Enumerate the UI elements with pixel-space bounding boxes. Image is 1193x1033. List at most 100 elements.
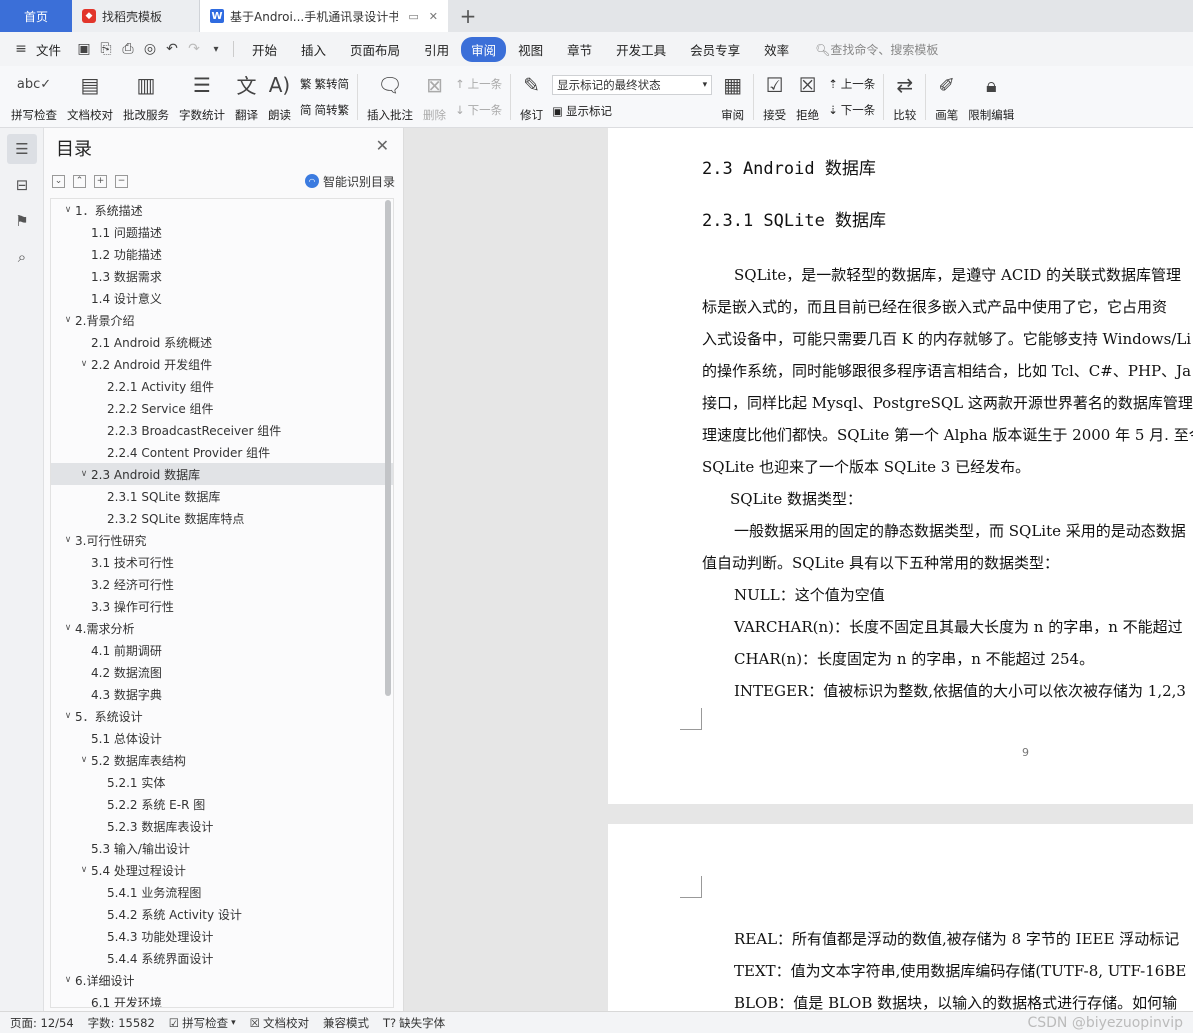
bookmark-icon[interactable]: ⚑ — [7, 206, 37, 236]
batch-service-button[interactable]: ▥ 批改服务 — [118, 71, 174, 123]
tab-close-icon[interactable]: ✕ — [429, 10, 438, 23]
print-preview-icon[interactable]: ◎ — [139, 41, 161, 57]
toc-item[interactable]: 6.1 开发环境 — [51, 991, 393, 1008]
word-count-indicator[interactable]: 字数: 15582 — [88, 1015, 155, 1031]
spell-check-button[interactable]: abc✓ 拼写检查 — [6, 71, 62, 123]
toc-item[interactable]: ∨ 3.可行性研究 — [51, 529, 393, 551]
print-icon[interactable]: ⎙ — [117, 41, 139, 57]
toc-panel-icon[interactable]: ☰ — [7, 134, 37, 164]
search-icon[interactable]: ⌕ — [7, 242, 37, 272]
toc-item[interactable]: 1.2 功能描述 — [51, 243, 393, 265]
menu-insert[interactable]: 插入 — [289, 40, 338, 59]
missing-font-button[interactable]: T? 缺失字体 — [383, 1015, 445, 1031]
menu-file[interactable]: 文件 — [32, 40, 73, 59]
toc-item[interactable]: 2.2.1 Activity 组件 — [51, 375, 393, 397]
chevron-down-icon[interactable]: ∨ — [61, 711, 75, 721]
document-page[interactable]: 2.3 Android 数据库 2.3.1 SQLite 数据库 SQLite，… — [608, 128, 1193, 804]
tab-document[interactable]: W 基于Androi...手机通讯录设计书 ▭ ✕ — [200, 0, 448, 32]
save-icon[interactable]: ▣ — [73, 41, 95, 57]
markup-mode-select[interactable]: 显示标记的最终状态 ▾ — [552, 74, 713, 95]
accept-button[interactable]: ☑ 接受 — [758, 71, 791, 123]
toc-item[interactable]: ∨ 2.2 Android 开发组件 — [51, 353, 393, 375]
simp-to-trad-button[interactable]: 简简转繁 — [300, 102, 349, 118]
toc-item[interactable]: 3.3 操作可行性 — [51, 595, 393, 617]
toc-item[interactable]: 2.3.1 SQLite 数据库 — [51, 485, 393, 507]
close-icon[interactable]: ✕ — [376, 136, 389, 155]
delete-comment-button[interactable]: ⊠ 删除 — [418, 71, 451, 123]
toc-item[interactable]: ∨ 4.需求分析 — [51, 617, 393, 639]
menu-devtools[interactable]: 开发工具 — [604, 40, 678, 59]
toc-item[interactable]: ∨ 2.背景介绍 — [51, 309, 393, 331]
document-area[interactable]: ▤▾ 2.3 Android 数据库 2.3.1 SQLite 数据库 SQLi… — [404, 128, 1193, 1011]
remove-heading-icon[interactable]: − — [115, 174, 128, 188]
next-change-button[interactable]: ⇣ 下一条 — [828, 102, 875, 118]
word-count-button[interactable]: ☰ 字数统计 — [174, 71, 230, 123]
toc-item[interactable]: ∨ 6.详细设计 — [51, 969, 393, 991]
chevron-down-icon[interactable]: ∨ — [61, 623, 75, 633]
export-pdf-icon[interactable]: ⎘ — [95, 41, 117, 57]
toc-item[interactable]: 3.1 技术可行性 — [51, 551, 393, 573]
doc-check-toggle[interactable]: ☒ 文档校对 — [250, 1015, 309, 1031]
pen-button[interactable]: ✐ 画笔 — [930, 71, 963, 123]
restrict-edit-button[interactable]: 🔒︎ 限制编辑 — [963, 71, 1019, 123]
chevron-down-icon[interactable]: ∨ — [61, 975, 75, 985]
menu-start[interactable]: 开始 — [240, 40, 289, 59]
toc-item[interactable]: 1.3 数据需求 — [51, 265, 393, 287]
toc-item[interactable]: ∨ 5.4 处理过程设计 — [51, 859, 393, 881]
more-dropdown-icon[interactable]: ▾ — [205, 44, 227, 55]
toc-scrollbar[interactable] — [385, 200, 391, 696]
compare-button[interactable]: ⇄ 比较 — [888, 71, 921, 123]
toc-item[interactable]: 1.4 设计意义 — [51, 287, 393, 309]
menu-member[interactable]: 会员专享 — [678, 40, 752, 59]
tab-home[interactable]: 首页 — [0, 0, 72, 32]
read-aloud-button[interactable]: A) 朗读 — [263, 71, 296, 123]
toc-item[interactable]: 5.4.4 系统界面设计 — [51, 947, 393, 969]
prev-comment-button[interactable]: ↑ 上一条 — [455, 76, 502, 92]
toc-item[interactable]: 5.4.3 功能处理设计 — [51, 925, 393, 947]
menu-chapter[interactable]: 章节 — [555, 40, 604, 59]
toc-item[interactable]: 2.1 Android 系统概述 — [51, 331, 393, 353]
chevron-down-icon[interactable]: ∨ — [77, 865, 91, 875]
review-pane-button[interactable]: ▦ 审阅 — [716, 71, 749, 123]
command-search[interactable]: 🔍︎查找命令、搜索模板 — [815, 41, 938, 58]
spell-check-toggle[interactable]: ☑ 拼写检查 ▾ — [169, 1015, 236, 1031]
new-tab-button[interactable]: + — [448, 0, 488, 32]
add-heading-icon[interactable]: + — [94, 174, 107, 188]
toc-item[interactable]: 5.2.2 系统 E-R 图 — [51, 793, 393, 815]
show-markup-button[interactable]: ▣ 显示标记 — [552, 103, 712, 119]
menu-efficiency[interactable]: 效率 — [752, 40, 801, 59]
toc-item[interactable]: 3.2 经济可行性 — [51, 573, 393, 595]
track-changes-button[interactable]: ✎ 修订 — [515, 71, 548, 123]
page-indicator[interactable]: 页面: 12/54 — [10, 1015, 74, 1031]
toc-item[interactable]: 1.1 问题描述 — [51, 221, 393, 243]
redo-icon[interactable]: ↷ — [183, 41, 205, 57]
chevron-down-icon[interactable]: ∨ — [77, 755, 91, 765]
toc-item[interactable]: 2.2.4 Content Provider 组件 — [51, 441, 393, 463]
menu-review[interactable]: 审阅 — [461, 36, 507, 62]
toc-item[interactable]: 5.2.1 实体 — [51, 771, 393, 793]
toc-item[interactable]: ∨ 5.2 数据库表结构 — [51, 749, 393, 771]
hamburger-menu-icon[interactable]: ≡ — [10, 41, 32, 57]
toc-item[interactable]: ∨ 2.3 Android 数据库 — [51, 463, 393, 485]
chevron-down-icon[interactable]: ∨ — [61, 205, 75, 215]
collapse-all-icon[interactable]: ⌄ — [52, 174, 65, 188]
undo-icon[interactable]: ↶ — [161, 41, 183, 57]
menu-reference[interactable]: 引用 — [412, 40, 461, 59]
toc-item[interactable]: ∨ 5．系统设计 — [51, 705, 393, 727]
chevron-down-icon[interactable]: ∨ — [77, 469, 91, 479]
toc-item[interactable]: ∨ 1．系统描述 — [51, 199, 393, 221]
expand-all-icon[interactable]: ⌃ — [73, 174, 86, 188]
toc-item[interactable]: 5.4.2 系统 Activity 设计 — [51, 903, 393, 925]
toc-item[interactable]: 4.3 数据字典 — [51, 683, 393, 705]
toc-item[interactable]: 4.2 数据流图 — [51, 661, 393, 683]
chevron-down-icon[interactable]: ∨ — [61, 315, 75, 325]
toc-item[interactable]: 2.2.2 Service 组件 — [51, 397, 393, 419]
tab-window-icon[interactable]: ▭ — [408, 10, 418, 23]
doc-check-button[interactable]: ▤ 文档校对 — [62, 71, 118, 123]
menu-layout[interactable]: 页面布局 — [338, 40, 412, 59]
chapter-nav-icon[interactable]: ⊟ — [7, 170, 37, 200]
insert-comment-button[interactable]: 🗨︎ 插入批注 — [362, 71, 418, 123]
reject-button[interactable]: ☒ 拒绝 — [791, 71, 824, 123]
toc-item[interactable]: 5.1 总体设计 — [51, 727, 393, 749]
toc-item[interactable]: 5.4.1 业务流程图 — [51, 881, 393, 903]
